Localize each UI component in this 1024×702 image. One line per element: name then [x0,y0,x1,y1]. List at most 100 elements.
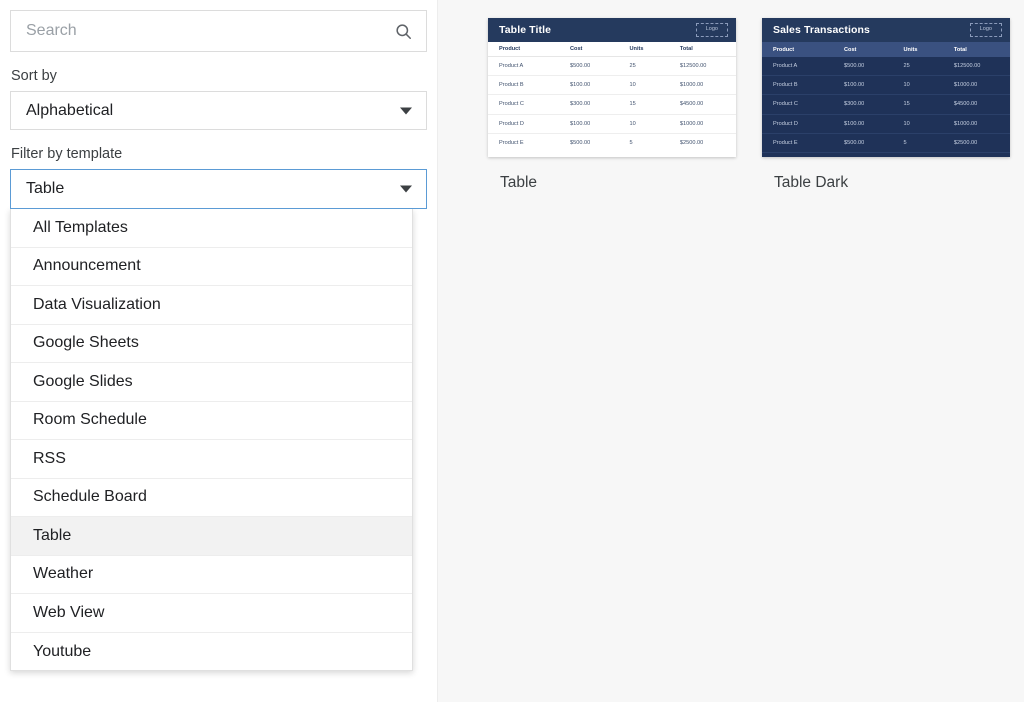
table-cell: Product E [499,140,524,147]
table-cell: Product A [499,63,524,70]
thumbnail-table-row: Product D $100.00 10 $1000.00 [762,114,1010,134]
table-cell: Product C [499,101,524,108]
logo-placeholder: Logo [695,23,728,37]
table-cell: $500.00 [569,140,591,147]
thumbnail-table-row: Product B $100.00 10 $1000.00 [488,76,736,96]
thumbnail-table-row: Product A $500.00 25 $12500.00 [488,57,736,77]
column-header: Total [679,46,693,52]
filter-by-template-select[interactable]: Table [10,169,427,209]
table-cell: $300.00 [569,101,591,108]
thumbnail-table-row: Product C $300.00 15 $4500.00 [488,95,736,115]
template-thumbnail[interactable]: Table Title Logo Product Cost Units Total Prod… [488,18,736,157]
table-cell: $500.00 [843,139,865,146]
chevron-down-icon[interactable] [400,107,412,114]
search-icon[interactable] [393,21,413,41]
table-cell: $4500.00 [679,101,704,108]
template-gallery: Table Title Logo Product Cost Units Total Prod… [437,0,1024,702]
table-cell: Product E [773,139,798,146]
table-cell: 15 [903,101,910,108]
table-cell: $1000.00 [679,120,704,127]
dropdown-option[interactable]: All Templates [11,209,412,248]
table-cell: $1000.00 [953,82,978,89]
thumbnail-title: Sales Transactions [773,24,870,36]
table-cell: $12500.00 [953,63,981,70]
table-cell: $1000.00 [953,120,978,127]
logo-placeholder: Logo [969,23,1002,37]
sort-by-label: Sort by [11,68,57,84]
table-cell: $100.00 [843,120,865,127]
table-cell: $1000.00 [679,82,704,89]
filter-sidebar: Sort by Alphabetical Filter by template … [0,0,437,702]
table-cell: $500.00 [843,63,865,70]
thumbnail-title-bar: Table Title Logo [488,18,736,42]
dropdown-option[interactable]: Google Sheets [11,324,412,363]
template-card[interactable]: Sales Transactions Logo Product Cost Units To… [762,18,1010,192]
table-cell: 10 [903,82,910,89]
column-header: Units [629,46,644,52]
table-cell: $100.00 [569,120,591,127]
thumbnail-table-row: Product A $500.00 25 $12500.00 [762,57,1010,77]
dropdown-option[interactable]: Youtube [11,632,412,670]
sort-by-value: Alphabetical [26,101,114,119]
dropdown-option[interactable]: Web View [11,594,412,633]
filter-by-template-value: Table [26,180,65,197]
search-input[interactable] [11,11,426,51]
template-card-label: Table [500,174,538,191]
column-header: Product [499,46,521,52]
thumbnail-table-row: Product C $300.00 15 $4500.00 [762,95,1010,115]
dropdown-option[interactable]: Weather [11,555,412,594]
table-cell: 25 [629,63,636,70]
column-header: Units [903,46,918,53]
table-cell: Product A [773,63,798,70]
dropdown-option[interactable]: RSS [11,440,412,479]
table-cell: Product C [773,101,798,108]
table-cell: $500.00 [569,63,591,70]
template-card[interactable]: Table Title Logo Product Cost Units Total Prod… [488,18,736,192]
table-cell: $2500.00 [953,139,978,146]
table-cell: Product B [773,82,798,89]
column-header: Cost [569,46,583,52]
table-cell: $12500.00 [679,63,707,70]
template-card-label: Table Dark [774,174,849,191]
table-cell: $4500.00 [953,101,978,108]
thumbnail-title-bar: Sales Transactions Logo [762,18,1010,42]
table-cell: 25 [903,63,910,70]
table-cell: Product D [773,120,798,127]
template-card-grid: Table Title Logo Product Cost Units Total Prod… [438,0,1024,192]
table-cell: 15 [629,101,636,108]
chevron-down-icon[interactable] [400,185,412,193]
table-cell: Product B [499,82,524,89]
dropdown-option[interactable]: Schedule Board [11,478,412,517]
table-cell: 10 [629,82,636,89]
thumbnail-table-row: Product D $100.00 10 $1000.00 [488,114,736,134]
thumbnail-table-row: Product E $500.00 5 $2500.00 [762,133,1010,153]
column-header: Product [773,46,795,53]
table-cell: 5 [629,140,633,147]
template-dropdown-list[interactable]: All Templates Announcement Data Visualizat… [10,209,413,671]
filter-by-template-label: Filter by template [11,146,123,162]
table-cell: 10 [903,120,910,127]
table-cell: $100.00 [843,82,865,89]
table-cell: $2500.00 [679,140,704,147]
table-cell: $300.00 [843,101,865,108]
sort-by-select[interactable]: Alphabetical [10,91,427,130]
table-cell: Product D [499,120,524,127]
search-field[interactable] [10,10,427,52]
thumbnail-table-row: Product B $100.00 10 $1000.00 [762,76,1010,96]
table-cell: 5 [903,139,907,146]
app-root: Sort by Alphabetical Filter by template … [0,0,1024,702]
table-cell: 10 [629,120,636,127]
template-thumbnail[interactable]: Sales Transactions Logo Product Cost Units To… [762,18,1010,157]
column-header: Total [953,46,967,53]
thumbnail-table-header-row: Product Cost Units Total [488,42,736,57]
dropdown-option[interactable]: Room Schedule [11,401,412,440]
thumbnail-title: Table Title [499,24,552,36]
thumbnail-table-header-row: Product Cost Units Total [762,42,1010,57]
column-header: Cost [843,46,857,53]
table-cell: $100.00 [569,82,591,89]
dropdown-option[interactable]: Google Slides [11,363,412,402]
thumbnail-table-row: Product E $500.00 5 $2500.00 [488,133,736,153]
dropdown-option[interactable]: Table [11,517,412,556]
dropdown-option[interactable]: Data Visualization [11,286,412,325]
dropdown-option[interactable]: Announcement [11,247,412,286]
